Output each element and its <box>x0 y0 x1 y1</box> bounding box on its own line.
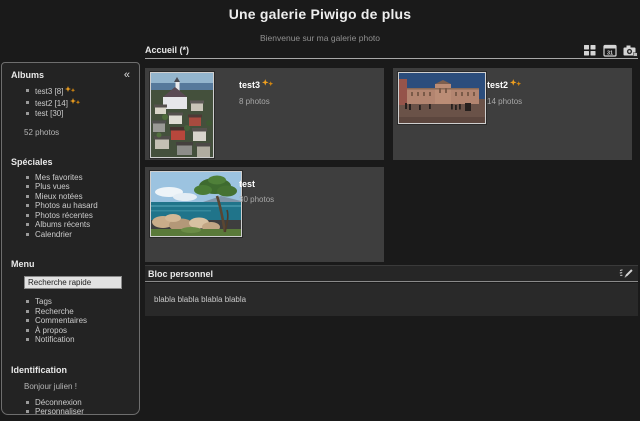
page-title: Une galerie Piwigo de plus <box>0 6 640 22</box>
sidebar-item-album-test[interactable]: test [30] <box>26 109 139 119</box>
sidebar-section-albums: Albums « test3 [8] test2 [14] test [30] … <box>2 63 139 137</box>
sidebar-item-logout[interactable]: Déconnexion <box>26 398 139 408</box>
personal-block-title: Bloc personnel <box>148 269 213 279</box>
sidebar-item-favorites[interactable]: Mes favorites <box>26 173 139 183</box>
new-photos-icon <box>262 76 274 94</box>
slideshow-camera-icon[interactable] <box>623 44 638 57</box>
sidebar-item-customize[interactable]: Personnaliser <box>26 407 139 415</box>
new-photos-icon <box>65 86 76 98</box>
new-photos-icon <box>510 76 522 94</box>
collapse-sidebar-icon[interactable]: « <box>124 71 130 79</box>
sidebar-section-menu: Menu Tags Recherche Commentaires À propo… <box>2 252 139 345</box>
svg-text:31: 31 <box>607 50 613 56</box>
greeting-text: Bonjour julien ! <box>24 382 139 391</box>
calendar-icon[interactable]: 31 <box>603 44 617 57</box>
album-card-test: test 30 photos <box>145 167 384 262</box>
sidebar-item-comments[interactable]: Commentaires <box>26 316 139 326</box>
album-thumbnail-test[interactable] <box>150 171 242 237</box>
album-title-link[interactable]: test3 <box>239 80 260 90</box>
album-thumbnail-test2[interactable] <box>398 72 486 124</box>
sidebar-item-about[interactable]: À propos <box>26 326 139 336</box>
sidebar-item-calendar[interactable]: Calendrier <box>26 230 139 240</box>
identification-section-title: Identification <box>11 365 67 375</box>
sidebar-item-random[interactable]: Photos au hasard <box>26 201 139 211</box>
personal-block-header: Bloc personnel <box>145 265 638 282</box>
sidebar-item-recent-albums[interactable]: Albums récents <box>26 220 139 230</box>
album-title-link[interactable]: test <box>239 179 255 189</box>
breadcrumb[interactable]: Accueil (*) <box>145 45 189 55</box>
album-link[interactable]: test2 [14] <box>35 99 68 108</box>
page-header: Une galerie Piwigo de plus Bienvenue sur… <box>0 0 640 43</box>
sidebar-item-best-rated[interactable]: Mieux notées <box>26 192 139 202</box>
personal-block-body: blabla blabla blabla blabla <box>145 283 638 316</box>
sidebar-section-identification: Identification Bonjour julien ! Déconnex… <box>2 358 139 416</box>
album-card-test3: test3 8 photos <box>145 68 384 160</box>
albums-section-title: Albums <box>11 70 44 80</box>
sidebar-item-search[interactable]: Recherche <box>26 307 139 317</box>
album-photo-count: 30 photos <box>239 195 274 204</box>
new-photos-icon <box>70 98 81 110</box>
albums-total-count: 52 photos <box>24 128 139 137</box>
menu-section-title: Menu <box>11 259 35 269</box>
thumbnails-view-icon[interactable] <box>583 44 597 57</box>
album-photo-count: 14 photos <box>487 97 522 106</box>
album-title-link[interactable]: test2 <box>487 80 508 90</box>
specials-section-title: Spéciales <box>11 157 53 167</box>
sidebar-section-specials: Spéciales Mes favorites Plus vues Mieux … <box>2 150 139 240</box>
breadcrumb-bar: Accueil (*) 31 <box>145 42 638 59</box>
sidebar-item-album-test2[interactable]: test2 [14] <box>26 98 139 110</box>
view-toolbar: 31 <box>583 44 638 57</box>
sidebar: Albums « test3 [8] test2 [14] test [30] … <box>1 62 140 415</box>
album-card-test2: test2 14 photos <box>393 68 632 160</box>
sidebar-item-recent-photos[interactable]: Photos récentes <box>26 211 139 221</box>
quick-search-input[interactable] <box>24 276 122 289</box>
album-link[interactable]: test3 [8] <box>35 87 63 96</box>
edit-block-icon[interactable] <box>619 267 633 280</box>
album-link[interactable]: test [30] <box>35 109 63 118</box>
sidebar-item-tags[interactable]: Tags <box>26 297 139 307</box>
sidebar-item-notification[interactable]: Notification <box>26 335 139 345</box>
album-thumbnail-test3[interactable] <box>150 72 214 158</box>
personal-block-content: blabla blabla blabla blabla <box>154 295 246 304</box>
album-photo-count: 8 photos <box>239 97 274 106</box>
sidebar-item-album-test3[interactable]: test3 [8] <box>26 86 139 98</box>
sidebar-item-most-viewed[interactable]: Plus vues <box>26 182 139 192</box>
